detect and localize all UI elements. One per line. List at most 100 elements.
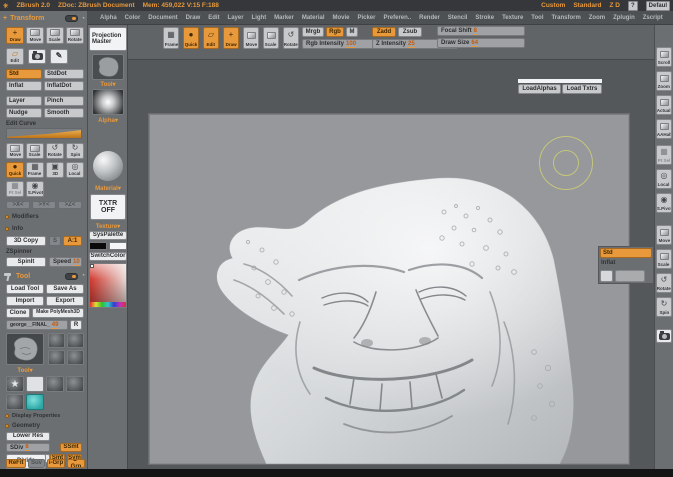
frame-button[interactable]: ▦ Frame <box>163 27 179 49</box>
make-polymesh3d-button[interactable]: Make PolyMesh3D <box>32 308 84 318</box>
snapshot-camera-button[interactable] <box>28 49 46 64</box>
menu-item-picker[interactable]: Picker <box>357 15 375 21</box>
copy-3d-button[interactable]: 3D Copy <box>6 236 46 246</box>
spinit-button[interactable]: SpinIt <box>6 257 46 267</box>
aahalf-button[interactable]: AAHalf <box>656 119 672 139</box>
geometry-section[interactable]: Geometry <box>5 423 40 429</box>
secondary-color-swatch[interactable] <box>109 242 127 250</box>
suv-button[interactable]: Suv <box>28 459 45 468</box>
current-tool-preview[interactable] <box>92 54 124 80</box>
draw-pointer-button[interactable]: + Draw <box>6 27 24 44</box>
brush-stddot-button[interactable]: StdDot <box>44 69 84 79</box>
tool-thumbnail-star[interactable]: ★ <box>6 376 24 392</box>
grid-scale-button[interactable]: Scale <box>26 143 44 159</box>
edit-curve-widget[interactable] <box>6 128 82 139</box>
load-tool-button[interactable]: Load Tool <box>6 284 44 294</box>
load-alphas-button[interactable]: LoadAlphas <box>518 84 561 94</box>
move-button[interactable]: Move <box>26 27 44 44</box>
menu-item-tool[interactable]: Tool <box>531 15 543 21</box>
local-button[interactable]: ◎ Local <box>656 169 672 189</box>
tool-thumbnail[interactable] <box>6 394 24 410</box>
tool-thumbnail[interactable] <box>48 350 65 365</box>
m-button[interactable]: M <box>346 27 358 37</box>
sidebar-camera-button[interactable] <box>656 329 672 343</box>
grid-ptsel-button[interactable]: ▦ Pt Sel <box>6 181 24 197</box>
mirror-x-button[interactable]: >X< <box>6 201 30 209</box>
popup-slot-button[interactable] <box>600 270 613 282</box>
mrgb-button[interactable]: Mrgb <box>302 27 324 37</box>
rotate-mode-button[interactable]: ↺ Rotate <box>283 27 299 49</box>
import-button[interactable]: Import <box>6 296 44 306</box>
menu-item-zscript[interactable]: Zscript <box>643 15 663 21</box>
sidebar-rotate-button[interactable]: ↺ Rotate <box>656 273 672 293</box>
alpha-picker-label[interactable]: Alpha▾ <box>88 117 128 124</box>
current-material-preview[interactable] <box>93 151 123 181</box>
tool-thumbnail[interactable] <box>48 333 65 348</box>
texture-off-button[interactable]: TXTR OFF <box>90 194 126 220</box>
syspalette-button[interactable]: SysPalette <box>89 231 127 240</box>
hue-strip[interactable] <box>90 302 126 307</box>
menu-item-color[interactable]: Color <box>125 15 141 21</box>
popup-slot-button[interactable] <box>615 270 645 282</box>
menu-item-stroke[interactable]: Stroke <box>475 15 494 21</box>
brush-inflat-button[interactable]: Inflat <box>6 81 42 91</box>
menu-item-draw[interactable]: Draw <box>186 15 201 21</box>
focal-shift-slider[interactable]: Focal Shift 8 <box>437 26 525 36</box>
s-button[interactable]: S <box>49 236 61 246</box>
projection-master-button[interactable]: Projection Master <box>89 27 127 51</box>
tool-palette-header[interactable]: Tool ◔ <box>3 271 85 281</box>
tool-palette-toggle[interactable] <box>65 273 78 280</box>
mirror-y-button[interactable]: >Y< <box>32 201 56 209</box>
zbrush-document[interactable] <box>148 113 630 465</box>
material-picker-label[interactable]: Material▾ <box>88 185 128 192</box>
menu-item-texture[interactable]: Texture <box>502 15 523 21</box>
brush-pinch-button[interactable]: Pinch <box>44 96 84 106</box>
menu-item-layer[interactable]: Layer <box>228 15 244 21</box>
marker-button[interactable]: ✎ <box>50 49 68 64</box>
texture-picker-label[interactable]: Texture▾ <box>88 223 128 230</box>
zd-config-button[interactable]: Z D <box>610 2 620 9</box>
current-alpha-preview[interactable] <box>92 89 124 115</box>
main-color-swatch[interactable] <box>89 242 107 250</box>
actual-size-button[interactable]: Actual <box>656 95 672 115</box>
popup-inflat-button[interactable]: Inflat <box>601 260 653 269</box>
tool-thumbnail[interactable] <box>67 333 84 348</box>
ogrp-button[interactable]: O-Grp <box>67 459 85 468</box>
menu-item-material[interactable]: Material <box>302 15 325 21</box>
brush-layer-button[interactable]: Layer <box>6 96 42 106</box>
menu-item-stencil[interactable]: Stencil <box>448 15 468 21</box>
menu-item-zplugin[interactable]: Zplugin <box>613 15 635 21</box>
default-preset-button[interactable]: Defaul <box>646 1 670 11</box>
brush-inflatdot-button[interactable]: InflatDot <box>44 81 84 91</box>
tool-picker-label[interactable]: Tool▾ <box>88 81 128 88</box>
rgb-button[interactable]: Rgb <box>326 27 344 37</box>
canvas-area[interactable]: LoadAlphas Load Txtrs <box>128 60 655 470</box>
menu-item-movie[interactable]: Movie <box>332 15 349 21</box>
menu-item-render[interactable]: Render <box>419 15 440 21</box>
save-as-button[interactable]: Save As <box>46 284 84 294</box>
menu-item-marker[interactable]: Marker <box>274 15 294 21</box>
ptsel-button[interactable]: ▦ Pt Sel <box>656 145 672 165</box>
load-txtrs-button[interactable]: Load Txtrs <box>562 84 602 94</box>
standard-config-button[interactable]: Standard <box>573 2 601 9</box>
refit-button[interactable]: ReFit <box>6 459 26 468</box>
menu-item-alpha[interactable]: Alpha <box>100 15 117 21</box>
transform-cycle-icon[interactable]: ◔ <box>81 16 85 22</box>
sidebar-scale-button[interactable]: Scale <box>656 249 672 269</box>
draw-mode-button[interactable]: + Draw <box>223 27 239 49</box>
grid-spivot-button[interactable]: ◉ S.Pivot <box>26 181 44 197</box>
grid-local-button[interactable]: ◎ Local <box>66 162 84 178</box>
grid-rotate-button[interactable]: ↺ Rotate <box>46 143 64 159</box>
display-properties-section[interactable]: Display Properties <box>5 413 60 419</box>
scroll-button[interactable]: Scroll <box>656 47 672 67</box>
current-tool-thumbnail[interactable] <box>6 333 44 365</box>
switchcolor-button[interactable]: SwitchColor <box>89 252 127 261</box>
grid-quick-button[interactable]: ● Quick <box>6 162 24 178</box>
edit-button[interactable]: ▱ Edit <box>6 48 24 65</box>
a1-button[interactable]: A:1 <box>63 236 82 246</box>
scale-mode-button[interactable]: Scale <box>263 27 279 49</box>
tool-thumbnail[interactable] <box>46 376 64 392</box>
color-picker[interactable] <box>89 263 127 308</box>
transform-palette-toggle[interactable] <box>65 15 78 22</box>
sidebar-spin-button[interactable]: ↻ Spin <box>656 297 672 317</box>
